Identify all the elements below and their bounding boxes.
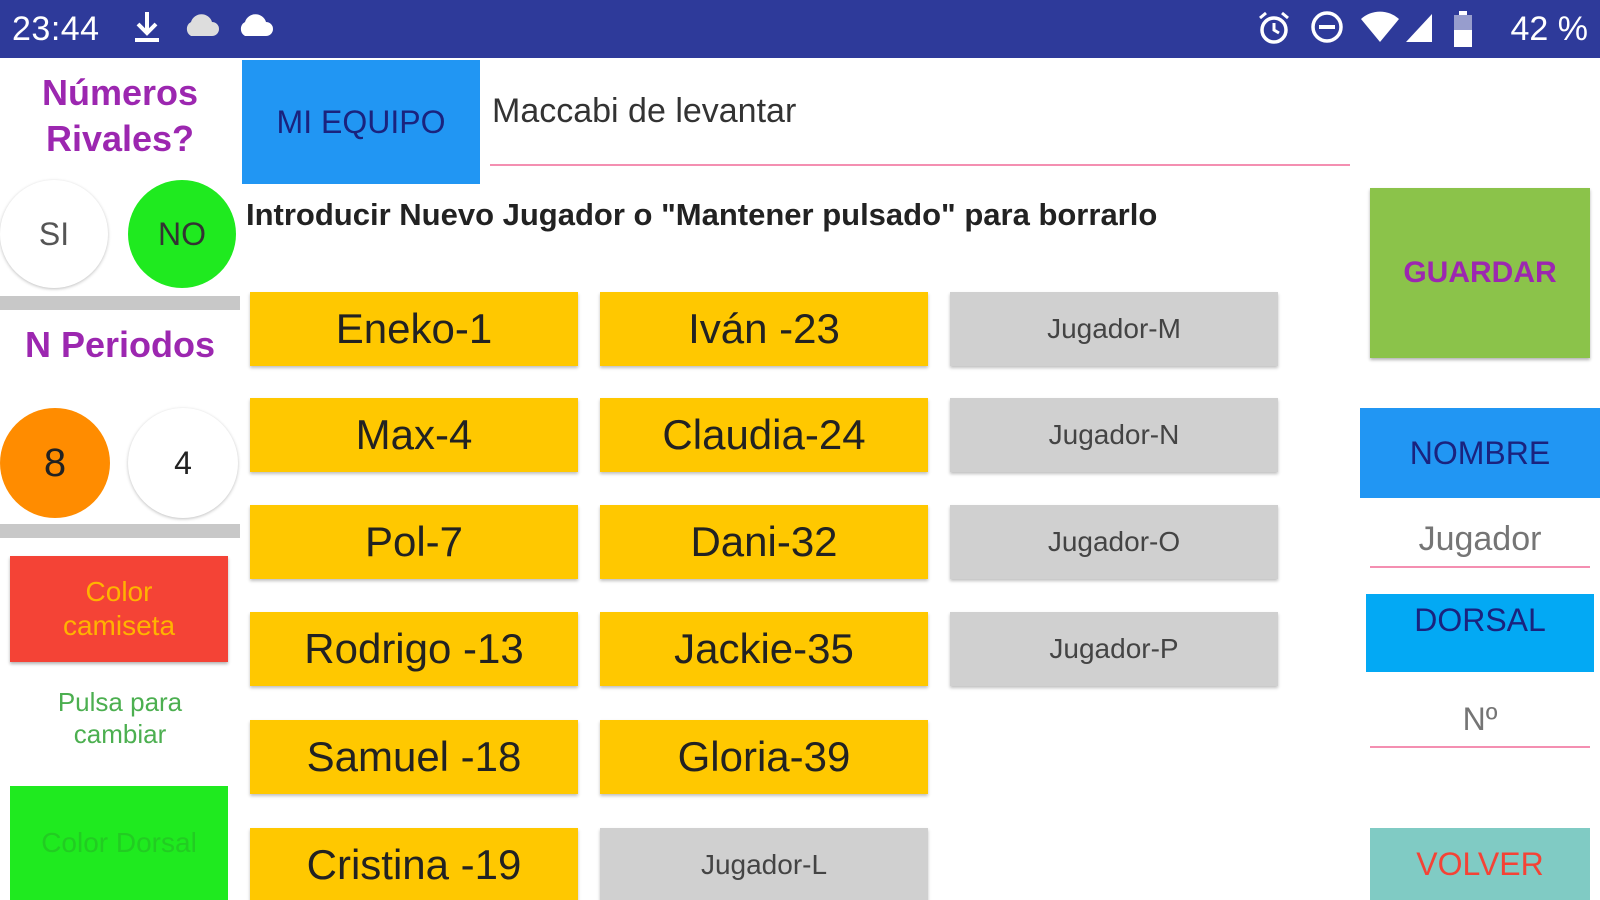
player-button[interactable]: Dani-32: [600, 505, 928, 579]
numeros-rivales-line-2: Rivales?: [45, 118, 195, 159]
numeros-rivales-label: Números Rivales?: [0, 70, 240, 162]
team-name-input[interactable]: [490, 84, 1350, 166]
volver-button[interactable]: VOLVER: [1370, 828, 1590, 900]
player-button[interactable]: Jackie-35: [600, 612, 928, 686]
empty-player-slot[interactable]: Jugador-N: [950, 398, 1278, 472]
cloud-icon: [236, 10, 274, 49]
instructions-text: Introducir Nuevo Jugador o "Mantener pul…: [246, 197, 1158, 232]
do-not-disturb-icon: [1310, 10, 1344, 53]
player-button[interactable]: Pol-7: [250, 505, 578, 579]
empty-player-slot[interactable]: Jugador-M: [950, 292, 1278, 366]
player-button[interactable]: Rodrigo -13: [250, 612, 578, 686]
rivales-si-button[interactable]: SI: [0, 180, 108, 288]
empty-player-slot[interactable]: Jugador-L: [600, 828, 928, 900]
guardar-button[interactable]: GUARDAR: [1370, 188, 1590, 358]
alarm-icon: [1256, 10, 1292, 55]
color-camiseta-line-1: Color: [85, 576, 153, 607]
empty-player-slot[interactable]: Jugador-O: [950, 505, 1278, 579]
pulsa-para-cambiar-hint: Pulsa para cambiar: [0, 686, 240, 750]
cloud-icon: [182, 10, 220, 49]
periodos-4-button[interactable]: 4: [128, 408, 238, 518]
player-button[interactable]: Claudia-24: [600, 398, 928, 472]
color-dorsal-button[interactable]: Color Dorsal: [10, 786, 228, 900]
dorsal-button[interactable]: DORSAL: [1366, 594, 1594, 672]
color-camiseta-button[interactable]: Color camiseta: [10, 556, 228, 662]
player-button[interactable]: Eneko-1: [250, 292, 578, 366]
pulsa-line-2: cambiar: [73, 719, 167, 749]
rivales-no-button[interactable]: NO: [128, 180, 236, 288]
periodos-8-button[interactable]: 8: [0, 408, 110, 518]
mi-equipo-button[interactable]: MI EQUIPO: [242, 60, 480, 184]
color-camiseta-line-2: camiseta: [62, 610, 176, 641]
dorsal-input[interactable]: [1370, 692, 1590, 748]
empty-player-slot[interactable]: Jugador-P: [950, 612, 1278, 686]
player-button[interactable]: Cristina -19: [250, 828, 578, 900]
wifi-icon: [1360, 10, 1400, 53]
battery-percent: 42 %: [1510, 10, 1589, 48]
download-icon: [132, 10, 162, 53]
pulsa-line-1: Pulsa para: [57, 687, 183, 717]
player-button[interactable]: Max-4: [250, 398, 578, 472]
battery-icon: [1452, 10, 1474, 57]
section-divider: [0, 296, 240, 310]
nombre-input[interactable]: [1370, 512, 1590, 568]
periodos-label: N Periodos: [24, 324, 216, 365]
status-time: 23:44: [12, 10, 100, 48]
player-button[interactable]: Gloria-39: [600, 720, 928, 794]
nombre-button[interactable]: NOMBRE: [1360, 408, 1600, 498]
status-bar: 23:44 42 %: [0, 0, 1600, 58]
section-divider: [0, 524, 240, 538]
player-button[interactable]: Iván -23: [600, 292, 928, 366]
numeros-rivales-line-1: Números: [41, 72, 199, 113]
player-button[interactable]: Samuel -18: [250, 720, 578, 794]
signal-icon: [1404, 10, 1434, 53]
